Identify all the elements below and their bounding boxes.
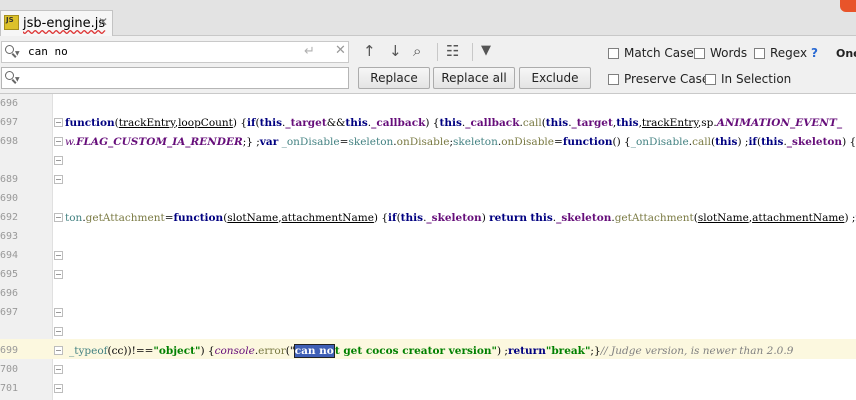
replace-all-button[interactable]: Replace all xyxy=(433,67,515,89)
fold-marker-icon[interactable] xyxy=(54,270,63,279)
checkbox-box[interactable] xyxy=(705,74,716,85)
fold-marker-icon[interactable] xyxy=(54,118,63,127)
close-icon[interactable]: ✕ xyxy=(98,15,108,29)
occurrence-count: One xyxy=(836,47,856,60)
line-number: 698 xyxy=(0,136,19,147)
checkbox-box[interactable] xyxy=(608,74,619,85)
line-number: 696 xyxy=(0,98,19,109)
fold-marker-icon[interactable] xyxy=(54,175,63,184)
match-case-checkbox[interactable]: Match Case xyxy=(608,46,694,60)
preserve-case-label: Preserve Case xyxy=(624,72,710,86)
in-selection-checkbox[interactable]: In Selection xyxy=(705,72,791,86)
clear-search-icon[interactable]: ✕ xyxy=(335,43,346,58)
preserve-case-checkbox[interactable]: Preserve Case xyxy=(608,72,709,86)
fold-marker-icon[interactable] xyxy=(54,156,63,165)
regex-help-icon[interactable]: ? xyxy=(811,46,818,60)
toolbar-separator xyxy=(437,43,438,61)
next-occurrence-icon[interactable]: ↓ xyxy=(389,42,402,60)
search-query-text: can no xyxy=(28,45,68,58)
checkbox-box[interactable] xyxy=(754,48,765,59)
chevron-down-icon: ▼ xyxy=(15,50,20,57)
line-number: 695 xyxy=(0,269,19,280)
search-match-highlight: can no xyxy=(293,344,335,358)
tab-jsb-engine[interactable]: JS jsb-engine.js ✕ xyxy=(0,10,113,36)
fold-marker-icon[interactable] xyxy=(54,327,63,336)
line-number: 697 xyxy=(0,307,19,318)
checkbox-box[interactable] xyxy=(608,48,619,59)
replace-input[interactable]: ▼ xyxy=(1,67,349,89)
code-line-699: _typeof(cc))!=="object") {console.error(… xyxy=(69,344,794,358)
html5-icon xyxy=(840,0,856,12)
words-checkbox[interactable]: Words xyxy=(694,46,747,60)
fold-marker-icon[interactable] xyxy=(54,213,63,222)
line-number: 692 xyxy=(0,212,19,223)
line-number: 699 xyxy=(0,345,19,356)
previous-occurrence-icon[interactable]: ↑ xyxy=(363,42,376,60)
toolbar-separator xyxy=(472,43,473,61)
editor-tab-bar: JS jsb-engine.js ✕ xyxy=(0,0,856,36)
filter-icon[interactable]: ▼ xyxy=(481,42,491,60)
checkbox-box[interactable] xyxy=(694,48,705,59)
line-number: 690 xyxy=(0,193,19,204)
line-number: 700 xyxy=(0,364,19,375)
code-line-697: function(trackEntry,loopCount) {if(this.… xyxy=(65,117,843,129)
match-case-label: Match Case xyxy=(624,46,694,60)
words-label: Words xyxy=(710,46,748,60)
fold-marker-icon[interactable] xyxy=(54,346,63,355)
line-number: 697 xyxy=(0,117,19,128)
fold-marker-icon[interactable] xyxy=(54,251,63,260)
find-replace-panel: ▼ can no ↵ ✕ ▼ ↑ ↓ ⌕ ☷ ▼ Match Case Word… xyxy=(0,36,856,94)
search-history-icon[interactable] xyxy=(5,45,14,54)
fold-marker-icon[interactable] xyxy=(54,308,63,317)
line-number: 694 xyxy=(0,250,19,261)
line-number: 701 xyxy=(0,383,19,394)
replace-button[interactable]: Replace xyxy=(358,67,430,89)
chevron-down-icon: ▼ xyxy=(15,76,20,83)
search-input[interactable]: ▼ can no ↵ ✕ xyxy=(1,41,349,63)
code-editor[interactable]: 696 697 698 689 690 692 693 694 695 696 … xyxy=(0,94,856,400)
fold-marker-icon[interactable] xyxy=(54,384,63,393)
line-number: 696 xyxy=(0,288,19,299)
new-line-icon[interactable]: ↵ xyxy=(304,44,315,59)
replace-history-icon[interactable] xyxy=(5,71,14,80)
select-all-occurrences-icon[interactable]: ☷ xyxy=(446,42,459,60)
code-line-692: ton.getAttachment=function(slotName,atta… xyxy=(65,212,856,224)
regex-label: Regex xyxy=(770,46,808,60)
fold-marker-icon[interactable] xyxy=(54,137,63,146)
find-all-icon[interactable]: ⌕ xyxy=(413,42,421,60)
line-number: 693 xyxy=(0,231,19,242)
code-line-698: w.FLAG_CUSTOM_IA_RENDER;} ;var _onDisabl… xyxy=(65,136,856,148)
in-selection-label: In Selection xyxy=(721,72,792,86)
fold-marker-icon[interactable] xyxy=(54,365,63,374)
javascript-file-icon: JS xyxy=(4,15,19,30)
exclude-button[interactable]: Exclude xyxy=(519,67,591,89)
regex-checkbox[interactable]: Regex xyxy=(754,46,807,60)
line-number: 689 xyxy=(0,174,19,185)
tab-label: jsb-engine.js xyxy=(23,16,106,31)
